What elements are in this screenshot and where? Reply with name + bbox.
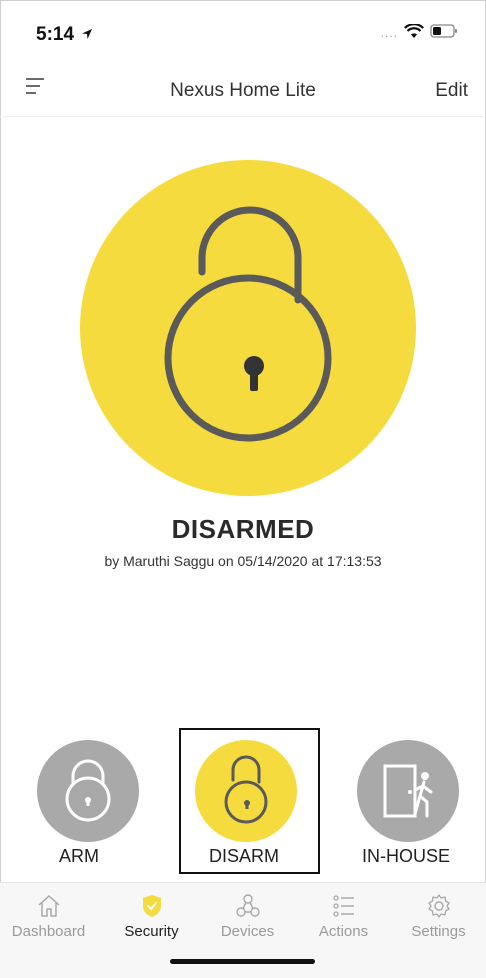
tab-settings[interactable]: Settings (390, 883, 486, 953)
arm-button[interactable]: ARM (2, 740, 152, 872)
gear-icon (428, 894, 450, 918)
tab-security[interactable]: Security (103, 883, 200, 953)
status-indicators: .... (381, 22, 458, 40)
status-time-text: 5:14 (36, 24, 75, 45)
tab-label: Actions (318, 923, 369, 940)
shield-icon (143, 895, 161, 917)
page-title: Nexus Home Lite (170, 80, 316, 101)
devices-icon (236, 894, 260, 917)
in-house-button[interactable]: IN-HOUSE (322, 740, 472, 872)
armed-lock-icon (37, 740, 139, 842)
selected-mode-highlight (179, 728, 320, 874)
tab-label: Settings (411, 923, 466, 940)
arm-label: ARM (59, 846, 99, 866)
door-exit-icon (357, 740, 459, 842)
in-house-label: IN-HOUSE (361, 846, 450, 866)
app-header: Nexus Home Lite Edit (0, 60, 486, 117)
edit-button[interactable]: Edit (435, 80, 468, 102)
wifi-icon (404, 23, 424, 38)
home-indicator (170, 959, 315, 964)
tab-label: Security (124, 923, 179, 940)
security-state-label: DISARMED (171, 514, 315, 544)
status-time: 5:14 (36, 24, 93, 46)
location-arrow-icon (82, 29, 93, 39)
tab-label: Devices (220, 923, 275, 940)
home-icon (38, 895, 60, 917)
status-bar: 5:14 .... (0, 0, 486, 60)
list-icon (333, 895, 354, 917)
tab-label: Dashboard (11, 923, 86, 940)
security-state-detail: by Maruthi Saggu on 05/14/2020 at 17:13:… (104, 553, 382, 569)
tab-devices[interactable]: Devices (199, 883, 296, 953)
battery-icon (430, 24, 457, 38)
signal-dots-icon: .... (380, 26, 398, 40)
tab-actions[interactable]: Actions (295, 883, 392, 953)
disarmed-lock-icon (80, 160, 416, 496)
tab-dashboard[interactable]: Dashboard (0, 883, 97, 953)
